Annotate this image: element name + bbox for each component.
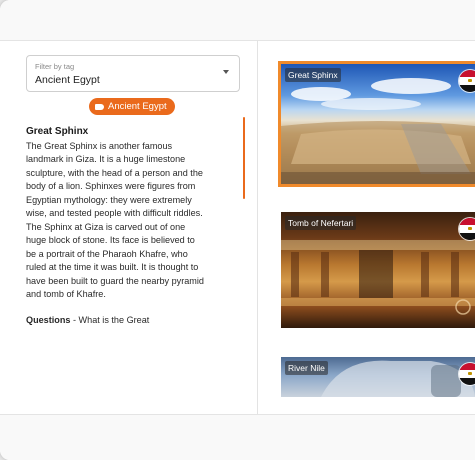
card-label-great-sphinx: Great Sphinx bbox=[285, 68, 341, 82]
card-label-tomb-of-nefertari: Tomb of Nefertari bbox=[285, 216, 357, 230]
egypt-flag-icon bbox=[459, 70, 475, 92]
location-card-river-nile[interactable]: River Nile bbox=[281, 357, 475, 397]
filter-by-tag-select[interactable]: Filter by tag Ancient Egypt bbox=[26, 55, 240, 92]
filter-label: Filter by tag bbox=[35, 62, 75, 71]
location-card-great-sphinx[interactable]: Great Sphinx bbox=[278, 61, 475, 187]
great-sphinx-panorama-image bbox=[281, 78, 475, 184]
description-body: The Great Sphinx is another famous landm… bbox=[26, 140, 204, 300]
top-bar bbox=[0, 0, 475, 41]
egypt-flag-icon bbox=[459, 218, 475, 240]
questions-label: Questions bbox=[26, 314, 71, 325]
egypt-flag-icon bbox=[459, 363, 475, 385]
questions-line: Questions - What is the Great bbox=[26, 314, 204, 328]
tag-chip-label: Ancient Egypt bbox=[108, 101, 167, 112]
tag-icon bbox=[95, 103, 104, 110]
app-window: Filter by tag Ancient Egypt Ancient Egyp… bbox=[0, 0, 475, 460]
tag-chip-ancient-egypt[interactable]: Ancient Egypt bbox=[89, 98, 175, 115]
description-panel: Great Sphinx The Great Sphinx is another… bbox=[26, 125, 204, 358]
bottom-bar bbox=[0, 414, 475, 460]
description-scrollbar[interactable] bbox=[243, 117, 245, 199]
filter-selected-value: Ancient Egypt bbox=[35, 74, 100, 86]
dropdown-arrow-icon bbox=[223, 70, 229, 74]
questions-text: - What is the Great bbox=[70, 314, 150, 325]
panel-divider bbox=[257, 40, 258, 414]
description-title: Great Sphinx bbox=[26, 126, 89, 137]
location-card-tomb-of-nefertari[interactable]: Tomb of Nefertari bbox=[281, 212, 475, 328]
card-label-river-nile: River Nile bbox=[285, 361, 328, 375]
